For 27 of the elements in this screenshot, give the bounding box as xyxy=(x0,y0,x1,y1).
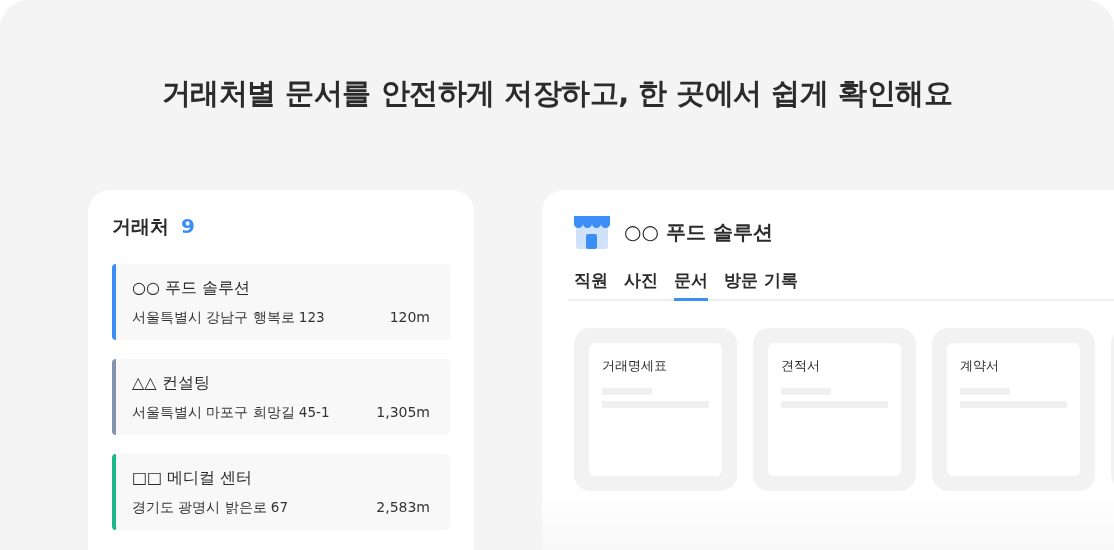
client-distance: 120m xyxy=(389,309,430,327)
tab[interactable]: 문서 xyxy=(674,269,708,301)
client-name: □□ 메디컬 센터 xyxy=(132,468,254,489)
document-card[interactable]: 거래명세표 xyxy=(574,328,737,491)
store-icon xyxy=(574,216,610,249)
client-name: △△ 컨설팅 xyxy=(132,373,211,394)
document-title: 거래명세표 xyxy=(602,357,668,375)
client-count: 9 xyxy=(181,214,195,238)
document-title: 견적서 xyxy=(781,357,821,375)
client-name: ○○ 푸드 솔루션 xyxy=(132,278,252,299)
headline: 거래처별 문서를 안전하게 저장하고, 한 곳에서 쉽게 확인해요 xyxy=(160,75,954,112)
document-title: 계약서 xyxy=(960,357,1000,375)
tab[interactable]: 사진 xyxy=(624,269,658,301)
client-address: 서울특별시 마포구 희망길 45-1 xyxy=(132,404,330,422)
client-item[interactable]: □□ 메디컬 센터 경기도 광명시 밝은로 67 2,583m xyxy=(112,454,450,530)
detail-title: ○○ 푸드 솔루션 xyxy=(624,219,773,246)
client-distance: 2,583m xyxy=(376,499,430,517)
document-card[interactable]: 견적서 xyxy=(753,328,916,491)
client-address: 경기도 광명시 밝은로 67 xyxy=(132,499,289,517)
tab[interactable]: 방문 기록 xyxy=(724,269,798,301)
tab[interactable]: 직원 xyxy=(574,269,608,301)
client-item[interactable]: ○○ 푸드 솔루션 서울특별시 강남구 행복로 123 120m xyxy=(112,264,450,340)
document-card[interactable]: 계약서 xyxy=(932,328,1095,491)
client-address: 서울특별시 강남구 행복로 123 xyxy=(132,309,325,327)
client-distance: 1,305m xyxy=(376,404,430,422)
client-item[interactable]: △△ 컨설팅 서울특별시 마포구 희망길 45-1 1,305m xyxy=(112,359,450,435)
list-title: 거래처 xyxy=(112,214,169,239)
